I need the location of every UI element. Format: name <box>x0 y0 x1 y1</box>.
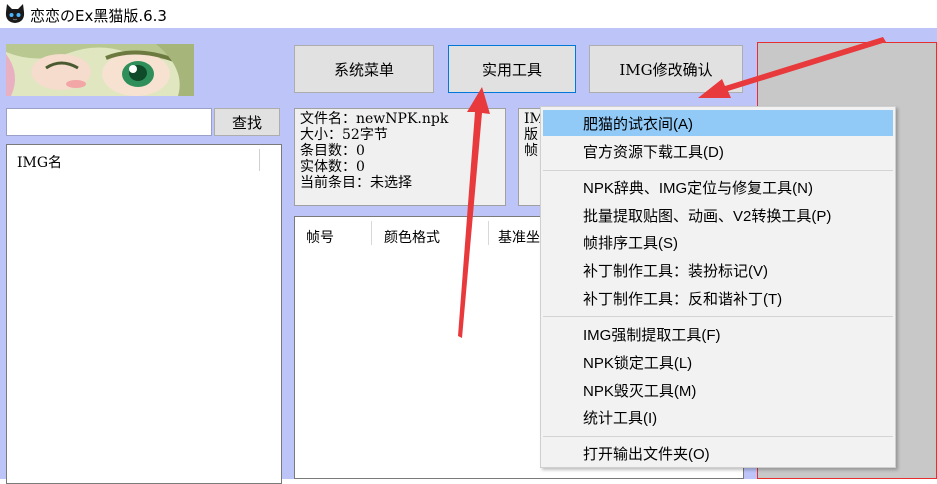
system-menu-button[interactable]: 系统菜单 <box>294 45 434 93</box>
menu-item-npk-dictionary[interactable]: NPK辞典、IMG定位与修复工具(N) <box>543 174 893 200</box>
main-window: 查找 IMG名 系统菜单 实用工具 IMG修改确认 文件名：newNPK.npk… <box>0 28 937 484</box>
black-cat-app-icon <box>5 4 25 23</box>
file-info-panel: 文件名：newNPK.npk 大小：52字节 条目数：0 实体数：0 当前条目：… <box>294 108 506 206</box>
menu-separator <box>543 170 893 171</box>
menu-separator <box>543 436 893 437</box>
menu-item-npk-destroy[interactable]: NPK毁灭工具(M) <box>543 377 893 403</box>
img-confirm-button[interactable]: IMG修改确认 <box>589 45 743 93</box>
anime-banner-image <box>6 44 194 96</box>
filename-text: 文件名：newNPK.npk <box>300 111 449 127</box>
img-name-column-header[interactable]: IMG名 <box>17 152 62 172</box>
menu-separator <box>543 316 893 317</box>
menu-item-statistics[interactable]: 统计工具(I) <box>543 404 893 430</box>
menu-item-patch-anti-harmony[interactable]: 补丁制作工具：反和谐补丁(T) <box>543 285 893 311</box>
search-input[interactable] <box>6 108 212 136</box>
column-divider <box>371 221 372 245</box>
color-format-column-header[interactable]: 颜色格式 <box>384 227 440 247</box>
menu-item-npk-lock[interactable]: NPK锁定工具(L) <box>543 349 893 375</box>
file-size-text: 大小：52字节 <box>300 127 388 143</box>
menu-item-dressing-room[interactable]: 肥猫的试衣间(A) <box>543 110 893 136</box>
img-list-panel[interactable]: IMG名 <box>6 144 282 484</box>
column-divider <box>259 149 260 171</box>
tools-dropdown-menu: 肥猫的试衣间(A) 官方资源下载工具(D) NPK辞典、IMG定位与修复工具(N… <box>540 106 896 468</box>
frame-number-column-header[interactable]: 帧号 <box>306 227 334 247</box>
menu-item-patch-costume-marker[interactable]: 补丁制作工具：装扮标记(V) <box>543 257 893 283</box>
search-button[interactable]: 查找 <box>214 108 280 136</box>
current-entry-text: 当前条目：未选择 <box>300 175 412 191</box>
entity-count-text: 实体数：0 <box>300 159 365 175</box>
menu-item-img-force-extract[interactable]: IMG强制提取工具(F) <box>543 321 893 347</box>
menu-item-frame-sort[interactable]: 帧排序工具(S) <box>543 229 893 255</box>
menu-item-open-output-folder[interactable]: 打开输出文件夹(O) <box>543 440 893 466</box>
menu-item-batch-extract[interactable]: 批量提取贴图、动画、V2转换工具(P) <box>543 202 893 228</box>
column-divider <box>488 221 489 245</box>
window-title: 恋恋のEx黑猫版.6.3 <box>30 7 167 25</box>
menu-item-official-resource-download[interactable]: 官方资源下载工具(D) <box>543 138 893 164</box>
tools-menu-button[interactable]: 实用工具 <box>448 45 576 93</box>
entry-count-text: 条目数：0 <box>300 143 365 159</box>
title-bar: 恋恋のEx黑猫版.6.3 <box>0 0 937 28</box>
base-coordinate-column-header[interactable]: 基准坐 <box>498 227 540 247</box>
